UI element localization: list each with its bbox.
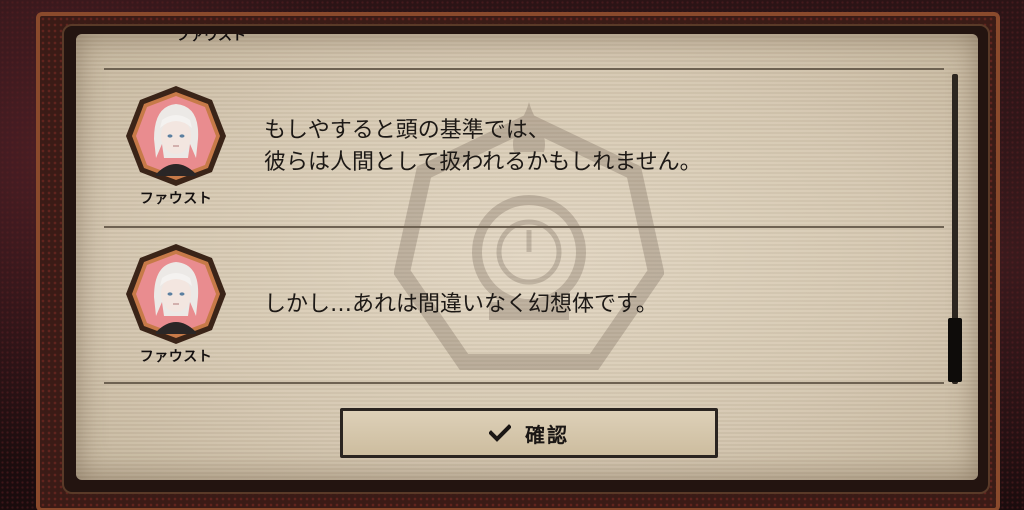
dialogue-line: しかし…あれは間違いなく幻想体です。 bbox=[264, 292, 658, 317]
faust-portrait-icon bbox=[124, 242, 228, 346]
entry-divider bbox=[104, 68, 944, 70]
confirm-label: 確認 bbox=[525, 422, 569, 447]
dialogue-line: もしやすると頭の基準では、 彼らは人間として扱われるかもしれません。 bbox=[264, 118, 702, 175]
log-entry: ファウスト しかし…あれは間違いなく幻想体です。 bbox=[104, 242, 944, 382]
entry-divider bbox=[104, 226, 944, 228]
confirm-button[interactable]: 確認 bbox=[340, 408, 718, 458]
checkmark-icon bbox=[489, 424, 511, 442]
entry-divider bbox=[104, 382, 944, 384]
speaker-avatar: ファウスト bbox=[124, 242, 228, 366]
speaker-name: ファウスト bbox=[139, 349, 213, 365]
faust-portrait-icon bbox=[124, 84, 228, 188]
log-scrollbar-thumb[interactable] bbox=[948, 318, 962, 382]
log-entry: ファウスト もしやすると頭の基準では、 彼らは人間として扱われるかもしれません。 bbox=[104, 84, 944, 224]
speaker-avatar: ファウスト bbox=[124, 84, 228, 208]
previous-speaker-name: ファウスト bbox=[176, 34, 246, 44]
dialog-log-panel[interactable]: ファウスト ファウスト もしやすると頭の基準では、 彼らは人間として扱われるかも… bbox=[76, 34, 978, 480]
speaker-name: ファウスト bbox=[139, 191, 213, 207]
